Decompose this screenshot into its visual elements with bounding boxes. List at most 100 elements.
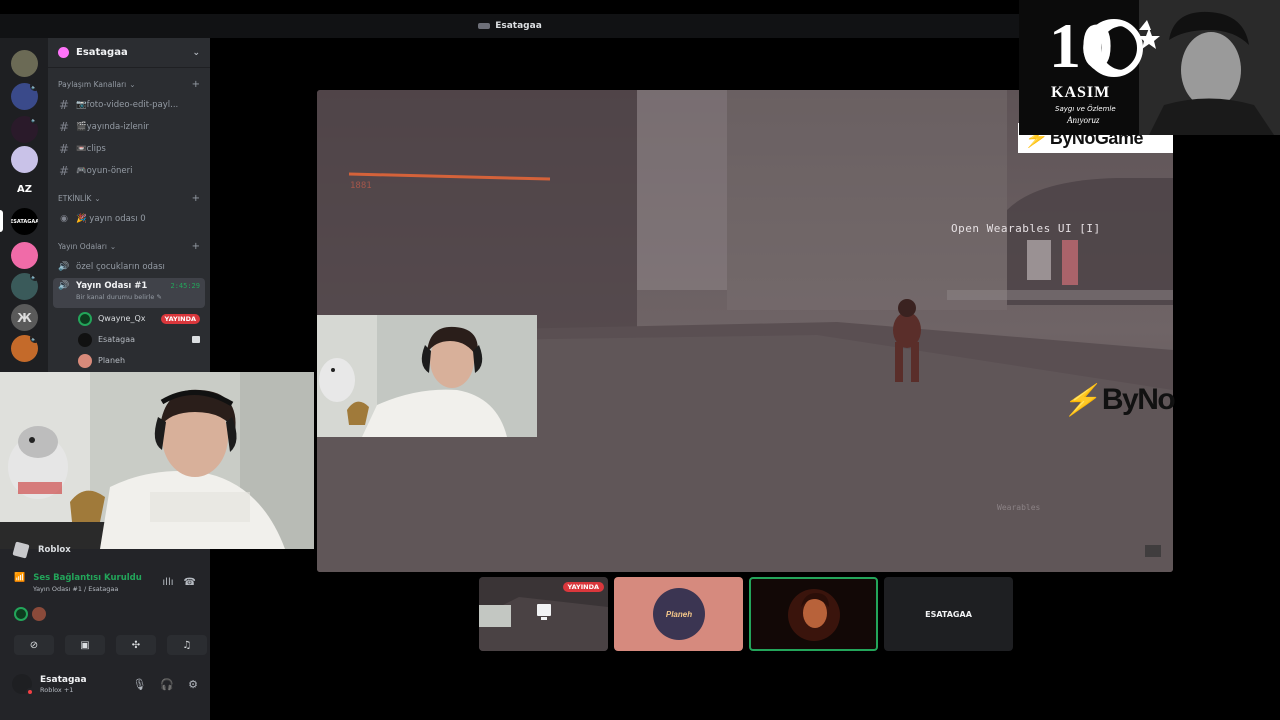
channel-status[interactable]: Bir kanal durumu belirle bbox=[76, 293, 154, 301]
pencil-icon[interactable]: ✎ bbox=[156, 293, 161, 301]
title-bar: Esatagaa bbox=[0, 14, 1020, 38]
server-icon-1[interactable] bbox=[11, 50, 38, 77]
voice-member[interactable]: Planeh bbox=[48, 350, 210, 371]
server-icon bbox=[478, 23, 491, 29]
server-icon-6[interactable]: 🔊 bbox=[11, 273, 38, 300]
participant-tile[interactable]: Planeh bbox=[614, 577, 743, 651]
microphone-icon[interactable]: 🎙 bbox=[132, 678, 146, 691]
category-header[interactable]: Paylaşım Kanalları ⌄ + bbox=[48, 74, 210, 94]
overlay-subtitle: Saygı ve Özlemle bbox=[1055, 105, 1116, 113]
headphones-icon[interactable]: 🎧 bbox=[160, 678, 174, 691]
gear-icon[interactable]: ⚙ bbox=[188, 678, 198, 691]
connection-status[interactable]: Ses Bağlantısı Kuruldu bbox=[33, 573, 142, 583]
member-name: Esatagaa bbox=[98, 335, 136, 344]
channel-label: özel çocukların odası bbox=[76, 262, 165, 272]
speaker-icon: 🔊 bbox=[30, 83, 38, 91]
category-label: Paylaşım Kanalları bbox=[58, 79, 127, 89]
webcam-image bbox=[317, 315, 537, 437]
channel-item[interactable]: # 📷foto-video-edit-payl... bbox=[48, 94, 210, 116]
channel-label: 🎮oyun-öneri bbox=[76, 166, 133, 176]
server-icon-2[interactable]: 🔊 bbox=[11, 83, 38, 110]
server-icon-esatagaa[interactable]: ESATAGAA bbox=[11, 208, 38, 235]
avatar bbox=[749, 577, 878, 651]
avatar bbox=[78, 332, 92, 347]
voice-avatars bbox=[14, 607, 46, 621]
add-channel-icon[interactable]: + bbox=[192, 241, 200, 252]
voice-channel-active[interactable]: 🔊 Yayın Odası #1 2:45:29 Bir kanal durumu … bbox=[53, 278, 205, 308]
hash-icon: # bbox=[58, 164, 70, 178]
date-number: 10 bbox=[1049, 10, 1113, 81]
call-timer: 2:45:29 bbox=[170, 282, 200, 290]
server-icon-7[interactable]: Ж bbox=[11, 304, 38, 331]
chevron-down-icon: ⌄ bbox=[94, 193, 101, 203]
live-badge: YAYINDA bbox=[562, 582, 604, 592]
stage-icon: ◉ bbox=[60, 214, 68, 224]
screen-share-icon bbox=[192, 336, 200, 343]
participant-tile-speaking[interactable] bbox=[749, 577, 878, 651]
stream-webcam bbox=[317, 315, 537, 437]
server-icon-3[interactable]: 🔊 bbox=[11, 116, 38, 143]
chevron-down-icon: ⌄ bbox=[192, 47, 200, 58]
brand-logo-icon: ⚡ bbox=[1062, 383, 1099, 417]
channel-item[interactable]: # 📼clips bbox=[48, 138, 210, 160]
channel-label: 🎬yayında-izlenir bbox=[76, 122, 149, 132]
speaker-icon: 🔊 bbox=[58, 281, 70, 291]
user-info: Esatagaa Roblox +1 🎙 🎧 ⚙ bbox=[0, 662, 210, 706]
avatar[interactable] bbox=[14, 607, 28, 621]
channel-label: 🎉 yayın odası 0 bbox=[76, 214, 146, 224]
tile-avatar-label: Planeh bbox=[665, 609, 693, 619]
channel-item[interactable]: # 🎮oyun-öneri bbox=[48, 160, 210, 182]
channel-label: 📷foto-video-edit-payl... bbox=[76, 100, 179, 110]
hash-icon: # bbox=[58, 142, 70, 156]
category-header[interactable]: Yayın Odaları ⌄ + bbox=[48, 236, 210, 256]
svg-text:Wearables: Wearables bbox=[997, 503, 1041, 512]
server-icon-4[interactable] bbox=[11, 146, 38, 173]
add-channel-icon[interactable]: + bbox=[192, 79, 200, 90]
category-header[interactable]: ETKİNLİK ⌄ + bbox=[48, 188, 210, 208]
server-header[interactable]: Esatagaa ⌄ bbox=[48, 38, 210, 68]
channel-label: 📼clips bbox=[76, 144, 106, 154]
hash-icon: # bbox=[58, 120, 70, 134]
channel-item[interactable]: # 🎬yayında-izlenir bbox=[48, 116, 210, 138]
speaker-icon: 🔊 bbox=[30, 335, 38, 343]
roblox-icon bbox=[12, 541, 30, 559]
avatar: Planeh bbox=[653, 588, 705, 640]
username[interactable]: Esatagaa bbox=[40, 675, 87, 685]
hash-icon: # bbox=[58, 98, 70, 112]
chevron-down-icon: ⌄ bbox=[129, 79, 136, 89]
screen-share-button[interactable]: ▣ bbox=[65, 635, 105, 655]
camera-off-button[interactable]: ⊘ bbox=[14, 635, 54, 655]
game-hud-text: Open Wearables UI [I] bbox=[951, 222, 1101, 235]
voice-actions: ⊘ ▣ ✣ ♫ bbox=[14, 635, 207, 655]
boost-icon bbox=[58, 47, 69, 58]
activity-row[interactable]: Roblox bbox=[0, 539, 210, 561]
category-label: Yayın Odaları bbox=[58, 241, 107, 251]
commemoration-overlay: 10 KASIM Saygı ve Özlemle Anıyoruz bbox=[1019, 0, 1280, 135]
avatar bbox=[78, 353, 92, 368]
activities-button[interactable]: ✣ bbox=[116, 635, 156, 655]
channel-sidebar: Esatagaa ⌄ Paylaşım Kanalları ⌄ + # 📷foto-… bbox=[48, 38, 210, 383]
user-status: Roblox +1 bbox=[40, 685, 74, 694]
disconnect-icon[interactable]: ☎ bbox=[184, 577, 196, 588]
status-dot bbox=[26, 688, 34, 696]
voice-member[interactable]: Qwayne_Qx YAYINDA bbox=[48, 308, 210, 329]
voice-connection: 📶 Ses Bağlantısı Kuruldu Yayın Odası #1 /… bbox=[0, 573, 210, 593]
discord-window: Esatagaa 🔊 🔊 AZ ESATAGAA 🔊 Ж 🔊 Esatagaa … bbox=[0, 0, 1280, 720]
live-badge: YAYINDA bbox=[160, 313, 200, 324]
avatar[interactable] bbox=[32, 607, 46, 621]
chevron-down-icon: ⌄ bbox=[109, 241, 117, 251]
signal-icon[interactable]: 📶 bbox=[14, 573, 25, 583]
participant-tile[interactable]: YAYINDA bbox=[479, 577, 608, 651]
avatar[interactable] bbox=[12, 674, 34, 696]
server-icon-az[interactable]: AZ bbox=[11, 176, 38, 203]
add-channel-icon[interactable]: + bbox=[192, 193, 200, 204]
voice-channel-item[interactable]: 🔊 özel çocukların odası bbox=[48, 256, 210, 278]
server-icon-5[interactable] bbox=[11, 242, 38, 269]
stage-channel-item[interactable]: ◉ 🎉 yayın odası 0 bbox=[48, 208, 210, 230]
avatar bbox=[78, 311, 92, 326]
voice-member[interactable]: Esatagaa bbox=[48, 329, 210, 350]
soundboard-button[interactable]: ♫ bbox=[167, 635, 207, 655]
participant-tile[interactable]: ESATAGAA bbox=[884, 577, 1013, 651]
noise-suppression-icon[interactable]: ıllı bbox=[162, 577, 173, 588]
server-icon-8[interactable]: 🔊 bbox=[11, 335, 38, 362]
